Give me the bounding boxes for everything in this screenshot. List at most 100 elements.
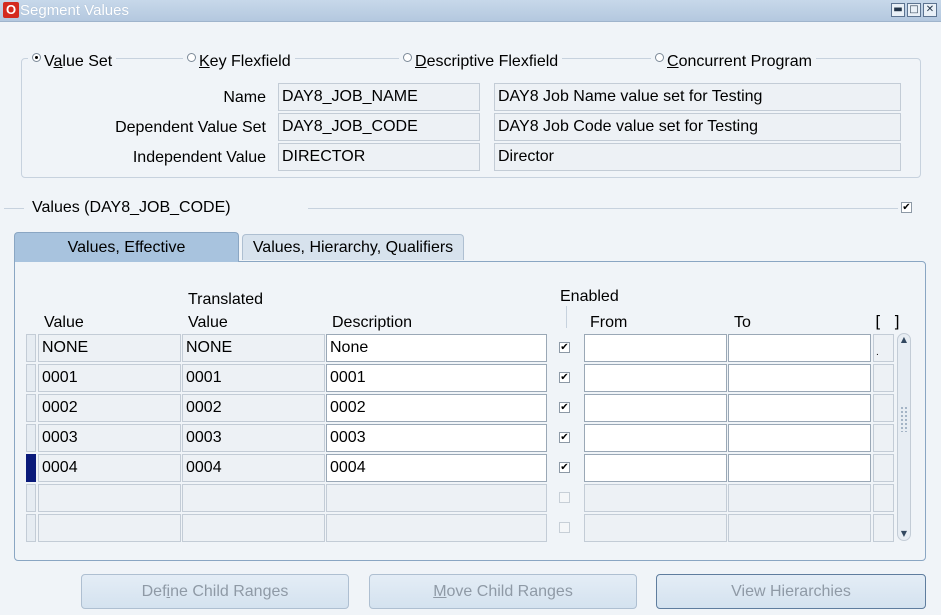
close-icon[interactable]: ✕ bbox=[923, 3, 937, 17]
enabled-checkbox[interactable]: ✔ bbox=[559, 462, 570, 473]
radio-value-set[interactable]: Value Set bbox=[28, 53, 117, 73]
column-header-to: To bbox=[734, 314, 751, 331]
from-date-cell[interactable] bbox=[584, 394, 727, 422]
title-bar[interactable]: O Segment Values ▬ □ ✕ bbox=[0, 0, 941, 22]
radio-selected-icon bbox=[32, 53, 41, 62]
description-cell[interactable] bbox=[326, 484, 547, 512]
description-cell[interactable] bbox=[326, 514, 547, 542]
radio-concurrent-program[interactable]: Concurrent Program bbox=[651, 53, 816, 73]
enabled-checkbox[interactable] bbox=[559, 522, 570, 533]
independent-value-field[interactable]: DIRECTOR bbox=[278, 143, 480, 171]
vertical-scrollbar[interactable]: ▲ ▼ bbox=[897, 333, 911, 541]
translated-value-cell[interactable]: 0003 bbox=[182, 424, 325, 452]
radio-descriptive-flexfield[interactable]: Descriptive Flexfield bbox=[399, 53, 563, 73]
row-selector[interactable] bbox=[26, 454, 36, 482]
minimize-icon[interactable]: ▬ bbox=[891, 3, 905, 17]
column-header-description: Description bbox=[332, 314, 413, 331]
descriptive-flexfield-cell[interactable] bbox=[873, 484, 894, 512]
translated-value-cell[interactable]: 0001 bbox=[182, 364, 325, 392]
from-date-cell[interactable] bbox=[584, 514, 727, 542]
value-cell[interactable]: NONE bbox=[38, 334, 181, 362]
translated-value-cell[interactable] bbox=[182, 514, 325, 542]
value-cell[interactable]: 0002 bbox=[38, 394, 181, 422]
translated-value-cell[interactable] bbox=[182, 484, 325, 512]
enabled-checkbox[interactable]: ✔ bbox=[559, 342, 570, 353]
name-description-field[interactable]: DAY8 Job Name value set for Testing bbox=[494, 83, 901, 111]
to-date-cell[interactable] bbox=[728, 364, 871, 392]
independent-description-field[interactable]: Director bbox=[494, 143, 901, 171]
name-field[interactable]: DAY8_JOB_NAME bbox=[278, 83, 480, 111]
to-date-cell[interactable] bbox=[728, 394, 871, 422]
translated-value-cell[interactable]: NONE bbox=[182, 334, 325, 362]
maximize-icon[interactable]: □ bbox=[907, 3, 921, 17]
description-cell[interactable]: 0001 bbox=[326, 364, 547, 392]
scroll-down-icon[interactable]: ▼ bbox=[898, 528, 910, 540]
column-header-folder[interactable]: [ ] bbox=[873, 312, 902, 331]
dependent-value-set-field[interactable]: DAY8_JOB_CODE bbox=[278, 113, 480, 141]
move-child-ranges-button[interactable]: Move Child Ranges bbox=[369, 574, 637, 609]
button-label: Def bbox=[141, 583, 167, 600]
descriptive-flexfield-cell[interactable] bbox=[873, 514, 894, 542]
radio-label-mnemonic: C bbox=[667, 53, 679, 70]
scroll-thumb-grip[interactable] bbox=[900, 406, 908, 432]
enabled-checkbox[interactable]: ✔ bbox=[559, 402, 570, 413]
radio-label: ey Flexfield bbox=[209, 53, 291, 70]
to-date-cell[interactable] bbox=[728, 424, 871, 452]
column-header-enabled: Enabled bbox=[560, 288, 619, 305]
scroll-up-icon[interactable]: ▲ bbox=[898, 334, 910, 346]
enabled-checkbox[interactable] bbox=[559, 492, 570, 503]
section-divider bbox=[308, 208, 898, 209]
description-cell[interactable]: 0004 bbox=[326, 454, 547, 482]
translated-value-cell[interactable]: 0002 bbox=[182, 394, 325, 422]
description-cell[interactable]: 0002 bbox=[326, 394, 547, 422]
value-cell[interactable] bbox=[38, 484, 181, 512]
descriptive-flexfield-cell[interactable] bbox=[873, 364, 894, 392]
row-selector[interactable] bbox=[26, 394, 36, 422]
oracle-logo-icon: O bbox=[3, 2, 19, 18]
to-date-cell[interactable] bbox=[728, 454, 871, 482]
enabled-checkbox[interactable]: ✔ bbox=[559, 432, 570, 443]
from-date-cell[interactable] bbox=[584, 454, 727, 482]
translated-value-cell[interactable]: 0004 bbox=[182, 454, 325, 482]
row-selector[interactable] bbox=[26, 484, 36, 512]
from-date-cell[interactable] bbox=[584, 364, 727, 392]
descriptive-flexfield-cell[interactable] bbox=[873, 424, 894, 452]
descriptive-flexfield-cell[interactable]: . bbox=[873, 334, 894, 362]
value-cell[interactable] bbox=[38, 514, 181, 542]
description-cell[interactable]: 0003 bbox=[326, 424, 547, 452]
radio-unselected-icon bbox=[655, 53, 664, 62]
row-selector[interactable] bbox=[26, 514, 36, 542]
row-selector[interactable] bbox=[26, 364, 36, 392]
radio-label: lue Set bbox=[62, 53, 113, 70]
row-selector[interactable] bbox=[26, 334, 36, 362]
value-cell[interactable]: 0004 bbox=[38, 454, 181, 482]
descriptive-flexfield-cell[interactable] bbox=[873, 454, 894, 482]
values-section-checkbox[interactable]: ✔ bbox=[901, 202, 912, 213]
button-label: ne Child Ranges bbox=[170, 583, 289, 600]
value-cell[interactable]: 0001 bbox=[38, 364, 181, 392]
enabled-checkbox[interactable]: ✔ bbox=[559, 372, 570, 383]
radio-unselected-icon bbox=[187, 53, 196, 62]
radio-unselected-icon bbox=[403, 53, 412, 62]
tab-values-effective[interactable]: Values, Effective bbox=[14, 232, 239, 262]
from-date-cell[interactable] bbox=[584, 424, 727, 452]
radio-label-mnemonic: K bbox=[199, 53, 210, 70]
define-child-ranges-button[interactable]: Define Child Ranges bbox=[81, 574, 349, 609]
radio-label-mnemonic: D bbox=[415, 53, 427, 70]
radio-key-flexfield[interactable]: Key Flexfield bbox=[183, 53, 295, 73]
descriptive-flexfield-cell[interactable] bbox=[873, 394, 894, 422]
radio-label: oncurrent Program bbox=[678, 53, 812, 70]
to-date-cell[interactable] bbox=[728, 334, 871, 362]
from-date-cell[interactable] bbox=[584, 334, 727, 362]
dependent-description-field[interactable]: DAY8 Job Code value set for Testing bbox=[494, 113, 901, 141]
view-hierarchies-button[interactable]: View Hierarchies bbox=[656, 574, 926, 609]
to-date-cell[interactable] bbox=[728, 484, 871, 512]
independent-value-label: Independent Value bbox=[132, 149, 266, 166]
description-cell[interactable]: None bbox=[326, 334, 547, 362]
window-title: Segment Values bbox=[20, 2, 129, 19]
to-date-cell[interactable] bbox=[728, 514, 871, 542]
from-date-cell[interactable] bbox=[584, 484, 727, 512]
row-selector[interactable] bbox=[26, 424, 36, 452]
tab-values-hierarchy-qualifiers[interactable]: Values, Hierarchy, Qualifiers bbox=[242, 234, 464, 260]
value-cell[interactable]: 0003 bbox=[38, 424, 181, 452]
